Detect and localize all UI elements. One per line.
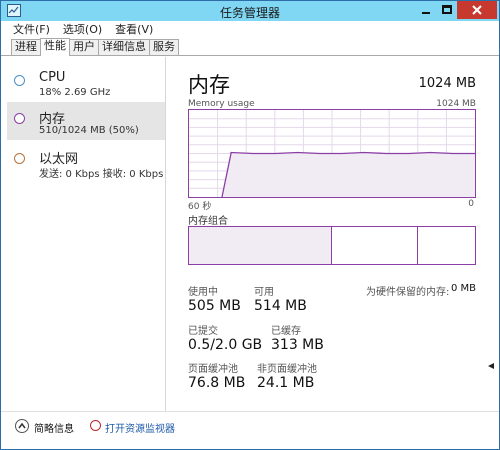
graph-label: Memory usage xyxy=(188,99,255,109)
fewer-details-button[interactable] xyxy=(15,419,29,433)
splitter-arrow-icon[interactable] xyxy=(487,362,495,370)
committed-value: 0.5/2.0 GB xyxy=(188,337,263,353)
tab-users[interactable]: 用户 xyxy=(69,39,99,55)
in-use-value: 505 MB xyxy=(188,298,241,314)
fewer-details-link[interactable]: 简略信息 xyxy=(34,420,74,435)
graph-max: 1024 MB xyxy=(436,99,476,109)
resource-sidebar: CPU 18% 2.69 GHz 内存 510/1024 MB (50%) 以太… xyxy=(1,57,166,411)
cpu-indicator-icon xyxy=(14,75,25,86)
maximize-button[interactable] xyxy=(436,1,457,19)
task-manager-window: 任务管理器 文件(F) 选项(O) 查看(V) 进程 性能 用户 详细信息 服务 xyxy=(0,0,500,450)
resource-monitor-icon xyxy=(90,420,101,431)
minimize-button[interactable] xyxy=(415,1,436,19)
tab-processes[interactable]: 进程 xyxy=(11,39,41,55)
menu-view[interactable]: 查看(V) xyxy=(115,21,153,38)
ethernet-indicator-icon xyxy=(14,153,25,164)
performance-panel: CPU 18% 2.69 GHz 内存 510/1024 MB (50%) 以太… xyxy=(1,57,499,411)
tab-services[interactable]: 服务 xyxy=(149,39,179,55)
usage-area xyxy=(222,152,475,197)
in-use-label: 使用中 xyxy=(188,287,218,298)
page-title: 内存 xyxy=(188,73,230,97)
memory-usage-graph xyxy=(188,109,476,198)
paged-pool-label: 页面缓冲池 xyxy=(188,364,238,375)
chevron-up-icon xyxy=(18,422,26,429)
memory-details: 内存 1024 MB Memory usage 1024 MB 60 秒 0 内… xyxy=(188,57,476,411)
nonpaged-pool-value: 24.1 MB xyxy=(257,375,315,391)
cached-value: 313 MB xyxy=(271,337,324,353)
paged-pool-value: 76.8 MB xyxy=(188,375,246,391)
tab-performance[interactable]: 性能 xyxy=(40,38,70,56)
cached-label: 已缓存 xyxy=(271,326,301,337)
available-value: 514 MB xyxy=(254,298,307,314)
tab-details[interactable]: 详细信息 xyxy=(98,39,150,55)
composition-label: 内存组合 xyxy=(188,216,228,227)
menu-bar: 文件(F) 选项(O) 查看(V) xyxy=(1,21,499,38)
sidebar-item-detail: 发送: 0 Kbps 接收: 0 Kbps xyxy=(39,169,164,180)
memory-total: 1024 MB xyxy=(418,76,476,91)
graph-axis-left: 60 秒 xyxy=(188,202,212,212)
graph-axis-right: 0 xyxy=(468,199,474,209)
composition-standby xyxy=(332,227,418,264)
sidebar-item-memory[interactable]: 内存 510/1024 MB (50%) xyxy=(7,102,165,140)
reserved-value: 0 MB xyxy=(450,283,476,294)
available-label: 可用 xyxy=(254,287,274,298)
sidebar-item-ethernet[interactable]: 以太网 发送: 0 Kbps 接收: 0 Kbps xyxy=(7,142,165,180)
minimize-icon xyxy=(422,12,430,14)
nonpaged-pool-label: 非页面缓冲池 xyxy=(257,364,317,375)
composition-in-use xyxy=(189,227,332,264)
sidebar-item-detail: 18% 2.69 GHz xyxy=(39,87,111,98)
reserved-label: 为硬件保留的内存: xyxy=(366,287,450,298)
open-resource-monitor-link[interactable]: 打开资源监视器 xyxy=(105,420,175,435)
tab-strip: 进程 性能 用户 详细信息 服务 xyxy=(1,38,499,56)
maximize-icon xyxy=(442,5,452,14)
sidebar-item-detail: 510/1024 MB (50%) xyxy=(39,125,139,136)
memory-usage-chart xyxy=(189,110,475,197)
memory-indicator-icon xyxy=(14,113,25,124)
close-button[interactable] xyxy=(457,1,497,19)
close-icon xyxy=(472,5,482,15)
committed-label: 已提交 xyxy=(188,326,218,337)
footer-bar: 简略信息 打开资源监视器 xyxy=(1,411,499,449)
title-bar[interactable]: 任务管理器 xyxy=(1,1,499,21)
sidebar-item-title: CPU xyxy=(39,70,66,85)
sidebar-item-cpu[interactable]: CPU 18% 2.69 GHz xyxy=(7,64,165,102)
menu-options[interactable]: 选项(O) xyxy=(63,21,102,38)
memory-composition-bar xyxy=(188,226,476,265)
menu-file[interactable]: 文件(F) xyxy=(13,21,50,38)
